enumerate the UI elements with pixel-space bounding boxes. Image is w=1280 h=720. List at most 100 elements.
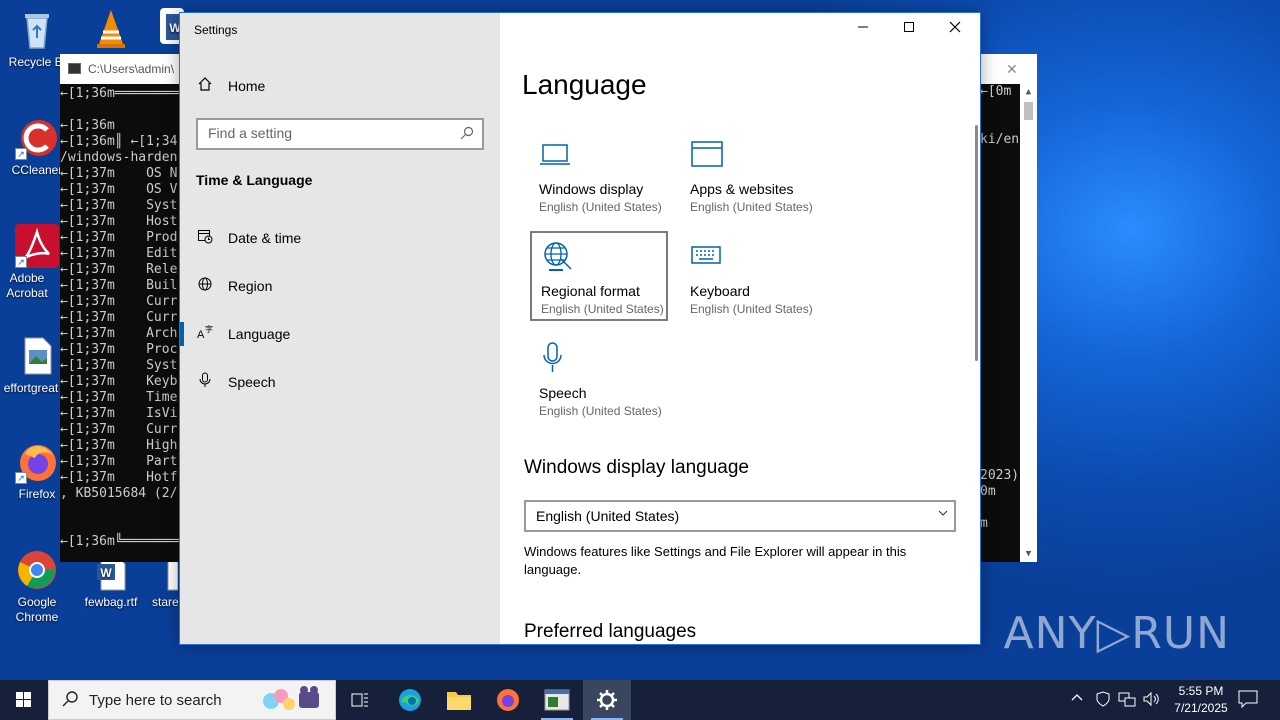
tile-keyboard[interactable]: Keyboard English (United States) [681, 233, 819, 323]
desktop-icon-label: fewbag.rtf [84, 595, 138, 609]
scroll-up-icon[interactable]: ▲ [1020, 84, 1037, 100]
console-close-icon[interactable]: ✕ [1006, 54, 1018, 84]
tile-sub: English (United States) [690, 200, 813, 214]
firefox-taskbar-button[interactable] [484, 680, 532, 720]
chevron-up-icon[interactable] [1070, 691, 1084, 708]
network-icon[interactable] [1118, 691, 1136, 710]
shield-icon[interactable] [1095, 691, 1111, 710]
minimize-button[interactable] [840, 13, 886, 45]
folder-icon [447, 692, 471, 710]
section-heading: Time & Language [196, 172, 313, 188]
app-window-taskbar-button[interactable] [533, 680, 581, 720]
tile-speech[interactable]: Speech English (United States) [530, 335, 668, 425]
tile-name: Windows display [539, 181, 644, 197]
console-line: 2023) [980, 468, 1020, 483]
close-button[interactable] [932, 13, 978, 45]
ccleaner-icon: ↗ [15, 116, 59, 160]
tile-name: Speech [539, 385, 587, 401]
settings-content: Language Windows display English (United… [500, 13, 980, 644]
recycle-bin-icon [15, 8, 59, 52]
edge-taskbar-button[interactable] [386, 680, 434, 720]
console-title-text: C:\Users\admin\ [88, 62, 175, 76]
settings-sidebar: Settings Home Find a setting Time & Lang… [180, 13, 500, 644]
settings-window[interactable]: Settings Home Find a setting Time & Lang… [179, 12, 981, 645]
maximize-button[interactable] [886, 13, 932, 45]
shortcut-arrow-icon: ↗ [15, 472, 27, 484]
nav-home[interactable]: Home [180, 66, 500, 106]
console-line: ←[0m [980, 84, 1012, 99]
task-view-button[interactable] [336, 680, 384, 720]
console-line: ←[1;36m [60, 118, 115, 133]
nav-region[interactable]: Region [180, 266, 500, 306]
console-line: ←[1;36m╚════════════ [60, 534, 190, 549]
volume-icon[interactable] [1142, 691, 1160, 710]
console-line: ←[1;37m Curr [60, 310, 178, 325]
task-view-icon [351, 693, 368, 707]
nav-label: Region [228, 278, 273, 294]
tile-windows-display[interactable]: Windows display English (United States) [530, 131, 668, 221]
console-scrollbar[interactable]: ▲ ▼ [1020, 84, 1037, 562]
desktop-icon-label: effortgreat [3, 381, 59, 395]
nav-speech[interactable]: Speech [180, 362, 500, 402]
image-file-icon [15, 334, 59, 378]
search-icon[interactable] [460, 126, 474, 143]
globe-region-icon [541, 239, 575, 273]
home-icon [196, 76, 214, 96]
svg-text:W: W [100, 566, 112, 580]
console-window[interactable]: C:\Users\admin\ ←[1;36m═════════════ ←[1… [60, 54, 190, 562]
nav-date-time[interactable]: Date & time [180, 218, 500, 258]
console-window-right[interactable]: ✕ ←[0m ki/en 2023) 0m m ▲ ▼ [980, 54, 1037, 562]
content-scrollbar[interactable] [975, 125, 978, 361]
console-line: ←[1;37m High [60, 438, 178, 453]
nav-language[interactable]: A字 Language [180, 314, 500, 354]
tile-name: Keyboard [690, 283, 750, 299]
find-setting-input[interactable]: Find a setting [196, 118, 484, 150]
tile-apps-websites[interactable]: Apps & websites English (United States) [681, 131, 819, 221]
minimize-icon [858, 26, 868, 28]
display-language-heading: Windows display language [524, 457, 749, 478]
console-line: ←[1;36m═════════════ [60, 86, 190, 101]
nav-label: Speech [228, 374, 276, 390]
tile-regional-format[interactable]: Regional format English (United States) [530, 231, 668, 321]
nav-home-label: Home [228, 78, 266, 94]
desktop-icon-fewbag-rtf[interactable]: W fewbag.rtf [76, 556, 146, 610]
console-line: ←[1;37m Rele [60, 262, 178, 277]
file-explorer-taskbar-button[interactable] [435, 680, 483, 720]
shortcut-arrow-icon: ↗ [15, 256, 27, 268]
console-title-bar: ✕ [980, 54, 1037, 84]
console-line: ←[1;37m Proc [60, 342, 178, 357]
taskbar: Type here to search 5:55 PM 7/21/2025 [0, 680, 1280, 720]
console-line: ←[1;37m IsVi [60, 406, 178, 421]
scroll-down-icon[interactable]: ▼ [1020, 546, 1037, 562]
start-button[interactable] [0, 680, 48, 720]
search-placeholder: Find a setting [208, 125, 293, 141]
settings-taskbar-button[interactable] [583, 680, 631, 720]
console-line: ←[1;37m Keyb [60, 374, 178, 389]
console-line: 0m [980, 484, 996, 499]
desktop-icon-vlc[interactable] [76, 6, 146, 53]
desktop-icon-stare[interactable]: stare [146, 556, 180, 610]
notification-icon[interactable] [1238, 690, 1258, 711]
console-line: ki/en [980, 132, 1020, 147]
taskbar-search-box[interactable]: Type here to search [48, 680, 336, 720]
display-language-dropdown[interactable]: English (United States) [524, 500, 956, 532]
preferred-languages-heading: Preferred languages [524, 621, 697, 642]
scroll-thumb[interactable] [1024, 102, 1033, 120]
system-clock[interactable]: 5:55 PM 7/21/2025 [1166, 683, 1236, 717]
firefox-icon [497, 689, 519, 711]
language-icon: A字 [196, 324, 214, 344]
search-icon [61, 690, 79, 713]
svg-text:字: 字 [205, 324, 213, 334]
console-line: ←[1;37m Curr [60, 422, 178, 437]
clock-date: 7/21/2025 [1174, 701, 1228, 715]
